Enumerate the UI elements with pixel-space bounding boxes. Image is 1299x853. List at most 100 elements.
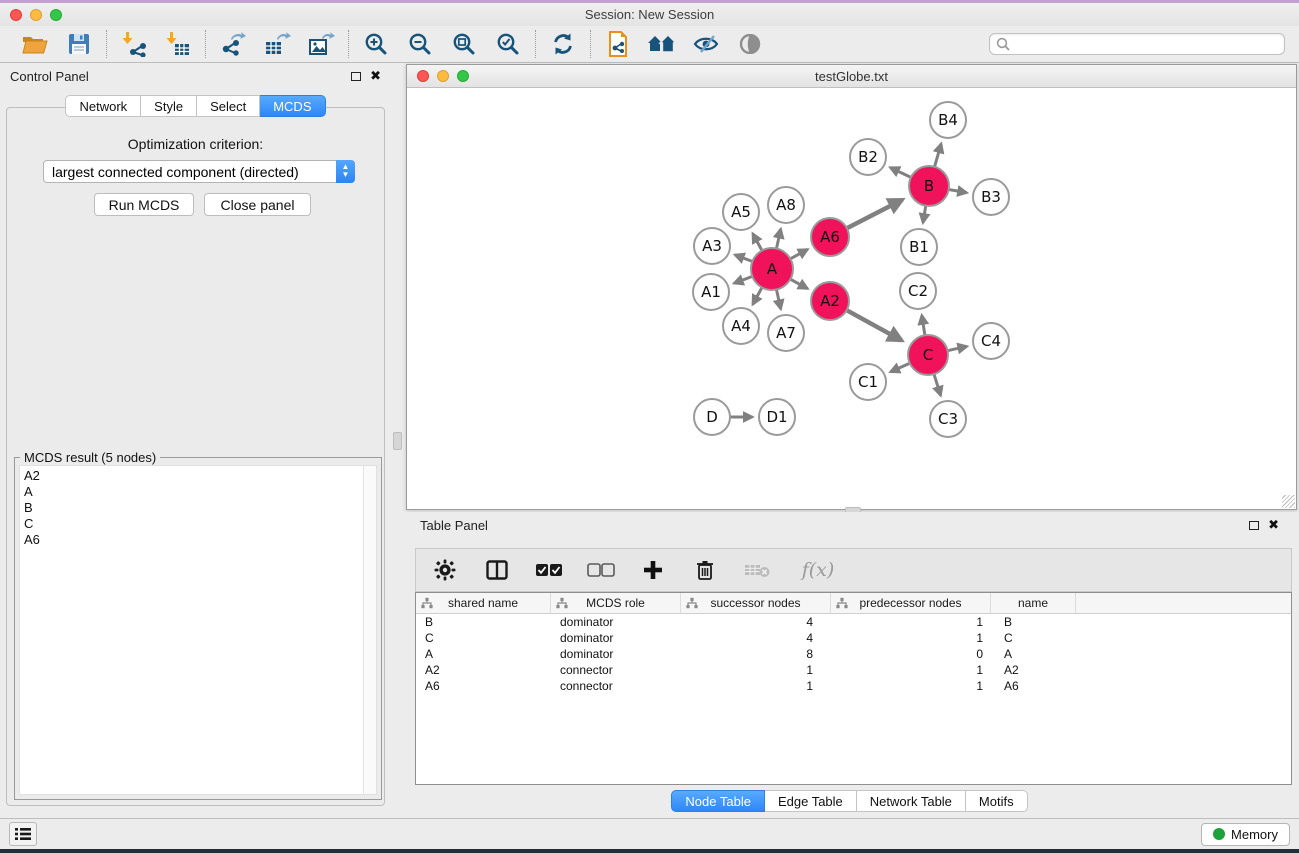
graph-edge-B-B3[interactable] [949, 189, 967, 192]
graph-node-B4[interactable]: B4 [930, 102, 966, 138]
table-cell[interactable]: A [416, 647, 551, 661]
table-row[interactable]: Cdominator41C [416, 630, 1291, 646]
table-cell[interactable]: 1 [681, 663, 831, 677]
graph-node-C2[interactable]: C2 [900, 273, 936, 309]
column-header-name[interactable]: name [991, 593, 1076, 613]
search-field[interactable] [989, 33, 1285, 55]
table-cell[interactable]: 1 [831, 663, 991, 677]
graph-edge-A6-B[interactable] [847, 200, 903, 229]
column-header-successor-nodes[interactable]: successor nodes [681, 593, 831, 613]
home-views-button[interactable] [647, 30, 677, 58]
table-cell[interactable]: dominator [551, 647, 681, 661]
open-session-button[interactable] [20, 30, 50, 58]
float-panel-icon[interactable] [351, 72, 361, 81]
table-cell[interactable]: 8 [681, 647, 831, 661]
graph-node-B[interactable]: B [909, 166, 949, 206]
table-cell[interactable]: A6 [416, 679, 551, 693]
search-input[interactable] [1010, 37, 1278, 51]
graph-node-A5[interactable]: A5 [723, 194, 759, 230]
table-cell[interactable]: A2 [416, 663, 551, 677]
run-mcds-button[interactable]: Run MCDS [94, 193, 194, 216]
graph-edge-C-C4[interactable] [948, 346, 967, 350]
table-cell[interactable]: 1 [831, 679, 991, 693]
result-list-item[interactable]: B [24, 500, 376, 516]
table-row[interactable]: Bdominator41B [416, 614, 1291, 630]
result-list-item[interactable]: A6 [24, 532, 376, 548]
graph-edge-C-C3[interactable] [934, 374, 941, 395]
column-header-predecessor-nodes[interactable]: predecessor nodes [831, 593, 991, 613]
window-resize-grip[interactable] [1282, 495, 1295, 508]
tab-style[interactable]: Style [141, 95, 197, 117]
graph-node-A3[interactable]: A3 [694, 228, 730, 264]
graph-edge-B-B4[interactable] [935, 144, 942, 167]
graph-edge-A-A1[interactable] [734, 276, 752, 283]
graph-node-A8[interactable]: A8 [768, 187, 804, 223]
float-table-panel-icon[interactable] [1249, 521, 1259, 530]
graph-edge-A-A7[interactable] [776, 290, 780, 309]
select-all-rows-button[interactable] [534, 556, 564, 584]
close-panel-button[interactable]: Close panel [204, 193, 311, 216]
graph-edge-C-C2[interactable] [922, 315, 925, 335]
table-cell[interactable]: dominator [551, 615, 681, 629]
table-cell[interactable]: A2 [991, 663, 1076, 677]
graph-node-B2[interactable]: B2 [850, 139, 886, 175]
zoom-in-button[interactable] [361, 30, 391, 58]
hide-panel-button[interactable] [691, 30, 721, 58]
tab-select[interactable]: Select [197, 95, 260, 117]
table-settings-button[interactable] [430, 556, 460, 584]
export-network-button[interactable] [218, 30, 248, 58]
import-network-button[interactable] [119, 30, 149, 58]
table-cell[interactable]: C [416, 631, 551, 645]
close-table-panel-icon[interactable]: ✖ [1268, 520, 1279, 530]
show-eye-button[interactable] [735, 30, 765, 58]
mcds-result-list[interactable]: A2ABCA6 [19, 465, 377, 795]
network-window-titlebar[interactable]: testGlobe.txt [407, 65, 1296, 88]
table-tab-motifs[interactable]: Motifs [966, 790, 1028, 812]
save-session-button[interactable] [64, 30, 94, 58]
network-canvas[interactable]: B4B2BB3A5A8A3A6B1AA1C2A2A4A7C4CC1C3DD1 [407, 88, 1296, 509]
tab-mcds[interactable]: MCDS [260, 95, 325, 117]
graph-node-A7[interactable]: A7 [768, 315, 804, 351]
graph-node-B1[interactable]: B1 [901, 229, 937, 265]
table-tab-edge-table[interactable]: Edge Table [765, 790, 857, 812]
vertical-splitter-handle[interactable] [393, 432, 402, 450]
delete-table-button[interactable] [742, 556, 772, 584]
delete-column-button[interactable] [690, 556, 720, 584]
result-list-item[interactable]: A2 [24, 468, 376, 484]
table-cell[interactable]: dominator [551, 631, 681, 645]
zoom-out-button[interactable] [405, 30, 435, 58]
table-cell[interactable]: C [991, 631, 1076, 645]
optimization-criterion-select[interactable]: largest connected component (directed) ▲… [43, 160, 355, 183]
graph-node-A1[interactable]: A1 [693, 274, 729, 310]
graph-edge-B-B2[interactable] [890, 168, 911, 178]
graph-edge-A-A8[interactable] [776, 229, 780, 248]
graph-edge-C-C1[interactable] [890, 363, 909, 372]
result-list-item[interactable]: C [24, 516, 376, 532]
zoom-fit-button[interactable] [449, 30, 479, 58]
refresh-button[interactable] [548, 30, 578, 58]
graph-node-A4[interactable]: A4 [723, 308, 759, 344]
table-cell[interactable]: 4 [681, 615, 831, 629]
table-tab-node-table[interactable]: Node Table [671, 790, 765, 812]
table-row[interactable]: Adominator80A [416, 646, 1291, 662]
graph-node-A[interactable]: A [751, 248, 793, 290]
network-file-button[interactable] [603, 30, 633, 58]
zoom-selected-button[interactable] [493, 30, 523, 58]
graph-edge-A-A6[interactable] [790, 249, 807, 258]
memory-button[interactable]: Memory [1201, 823, 1290, 846]
graph-node-C1[interactable]: C1 [850, 364, 886, 400]
table-cell[interactable]: 1 [831, 615, 991, 629]
column-header-MCDS-role[interactable]: MCDS role [551, 593, 681, 613]
graph-edge-B-B1[interactable] [923, 206, 926, 223]
graph-node-D1[interactable]: D1 [759, 399, 795, 435]
import-table-button[interactable] [163, 30, 193, 58]
export-table-button[interactable] [262, 30, 292, 58]
graph-edge-A-A3[interactable] [735, 255, 752, 262]
add-column-button[interactable] [638, 556, 668, 584]
table-cell[interactable]: 0 [831, 647, 991, 661]
task-history-button[interactable] [9, 822, 37, 846]
graph-node-C[interactable]: C [908, 335, 948, 375]
graph-node-B3[interactable]: B3 [973, 179, 1009, 215]
table-row[interactable]: A2connector11A2 [416, 662, 1291, 678]
close-panel-icon[interactable]: ✖ [370, 71, 381, 81]
